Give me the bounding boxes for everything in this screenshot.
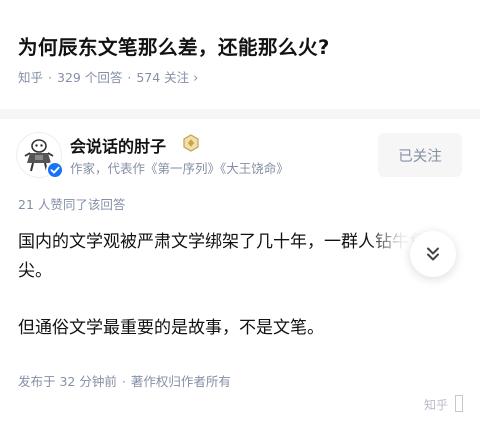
section-divider bbox=[0, 109, 480, 119]
answer-footer: 发布于 32 分钟前 · 著作权归作者所有 bbox=[18, 371, 231, 390]
creator-badge-icon bbox=[182, 134, 200, 152]
follow-button[interactable]: 已关注 bbox=[378, 133, 462, 177]
upvote-count: 21 人赞同了该回答 bbox=[18, 197, 126, 212]
author-description: 作家，代表作《第一序列》《大王饶命》 bbox=[70, 161, 289, 176]
answer-page: 为何辰东文笔那么差，还能那么火? 知乎 · 329 个回答 · 574 关注 › 会说话的… bbox=[0, 0, 480, 424]
double-chevron-down-icon bbox=[427, 247, 439, 261]
meta-separator: · bbox=[48, 70, 52, 85]
answer-paragraph: 但通俗文学最重要的是故事，不是文笔。 bbox=[18, 318, 324, 338]
verified-icon bbox=[46, 161, 64, 179]
zhihu-watermark: 知乎 bbox=[424, 398, 449, 412]
meta-separator: · bbox=[127, 70, 132, 85]
posted-time: 发布于 32 分钟前 bbox=[18, 374, 117, 389]
author-name[interactable]: 会说话的肘子 bbox=[70, 133, 166, 157]
chevron-right-icon: › bbox=[193, 71, 199, 86]
follower-count: 574 关注 bbox=[136, 70, 190, 85]
answer-count: 329 个回答 bbox=[57, 70, 123, 85]
question-meta[interactable]: 知乎 · 329 个回答 · 574 关注 › bbox=[18, 67, 198, 86]
watermark-mark bbox=[455, 395, 463, 412]
copyright-notice: 著作权归作者所有 bbox=[130, 374, 231, 389]
expand-button[interactable] bbox=[410, 231, 456, 277]
meta-separator: · bbox=[121, 374, 126, 389]
question-source: 知乎 bbox=[18, 70, 44, 85]
question-title[interactable]: 为何辰东文笔那么差，还能那么火? bbox=[18, 31, 330, 60]
